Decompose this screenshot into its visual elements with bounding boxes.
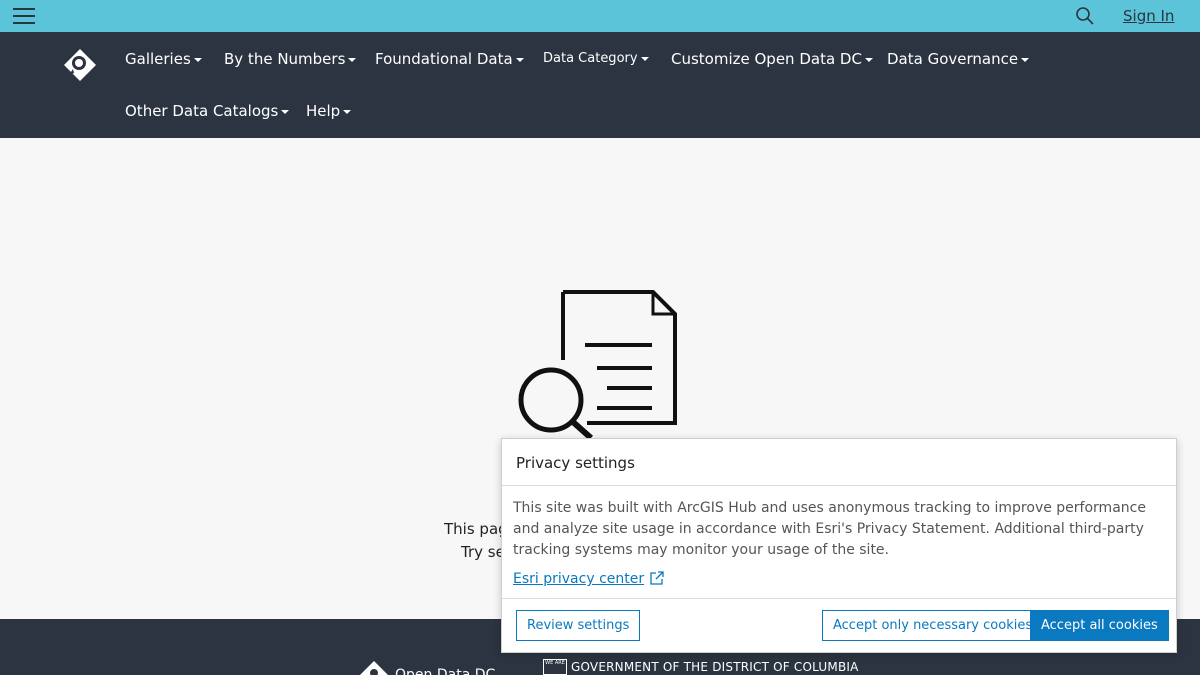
nav-galleries[interactable]: Galleries [125, 50, 202, 68]
privacy-dialog-title: Privacy settings [502, 439, 1176, 486]
search-icon[interactable] [1075, 6, 1095, 26]
caret-down-icon [640, 56, 649, 61]
document-search-icon [515, 290, 680, 441]
accept-necessary-cookies-button[interactable]: Accept only necessary cookies [822, 610, 1044, 641]
not-found-hint: Try se [461, 543, 503, 561]
nav-customize-open-data-dc[interactable]: Customize Open Data DC [671, 50, 873, 68]
opendatadc-footer-logo-icon [360, 661, 388, 675]
hamburger-menu-icon[interactable] [13, 6, 35, 26]
footer-logo-text: Open Data DC [395, 667, 496, 675]
caret-down-icon [515, 57, 524, 62]
top-utility-bar: Sign In [0, 0, 1200, 32]
nav-foundational-data[interactable]: Foundational Data [375, 50, 524, 68]
caret-down-icon [193, 57, 202, 62]
privacy-dialog-body: This site was built with ArcGIS Hub and … [502, 486, 1176, 599]
external-link-icon [650, 571, 664, 585]
sign-in-link[interactable]: Sign In [1123, 7, 1174, 25]
caret-down-icon [864, 57, 873, 62]
nav-help[interactable]: Help [306, 102, 352, 120]
caret-down-icon [281, 109, 290, 114]
caret-down-icon [348, 57, 357, 62]
nav-data-governance[interactable]: Data Governance [887, 50, 1030, 68]
not-found-message: This pag [444, 520, 504, 538]
nav-other-data-catalogs[interactable]: Other Data Catalogs [125, 102, 290, 120]
main-navigation: Galleries By the Numbers Foundational Da… [0, 32, 1200, 138]
esri-privacy-center-link[interactable]: Esri privacy center [513, 569, 664, 590]
caret-down-icon [1021, 57, 1030, 62]
privacy-settings-dialog: Privacy settings This site was built wit… [501, 438, 1177, 653]
dc-gov-text: GOVERNMENT OF THE DISTRICT OF COLUMBIA [571, 660, 859, 674]
nav-data-category[interactable]: Data Category [543, 51, 649, 66]
privacy-description: This site was built with ArcGIS Hub and … [513, 500, 1146, 558]
caret-down-icon [343, 109, 352, 114]
review-settings-button[interactable]: Review settings [516, 610, 641, 641]
accept-all-cookies-button[interactable]: Accept all cookies [1030, 610, 1169, 641]
dc-gov-badge: WE ARE [543, 659, 567, 675]
privacy-link-label: Esri privacy center [513, 571, 645, 587]
opendatadc-logo-icon[interactable] [62, 47, 98, 83]
privacy-dialog-actions: Review settings Accept only necessary co… [502, 599, 1176, 652]
nav-by-the-numbers[interactable]: By the Numbers [224, 50, 357, 68]
